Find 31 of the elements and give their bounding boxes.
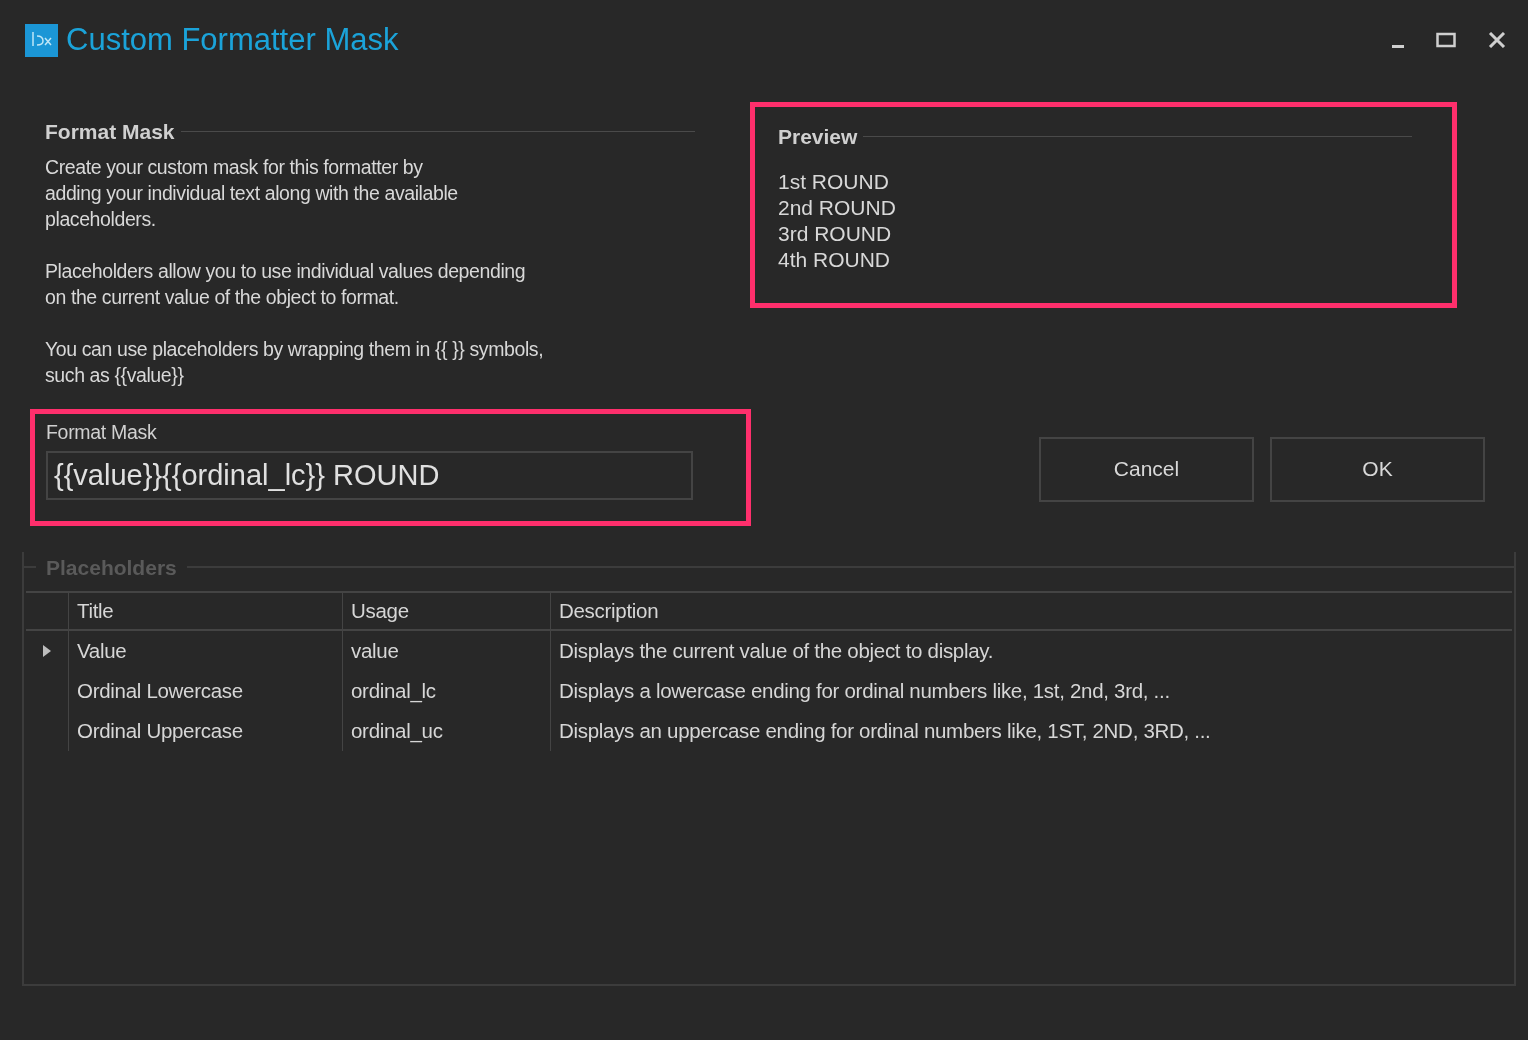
cancel-button[interactable]: Cancel: [1039, 436, 1254, 502]
minimize-icon: [1392, 45, 1404, 48]
ok-button[interactable]: OK: [1270, 436, 1485, 502]
preview-line: 3rd ROUND: [778, 220, 893, 247]
instruction-text: You can use placeholders by wrapping them in {{ }} symbols, such as {{value}}: [45, 336, 545, 388]
field-label: Format Mask: [46, 419, 158, 445]
app-icon: [25, 23, 58, 57]
column-header[interactable]: Description: [550, 591, 1512, 631]
table-cell: Value: [68, 631, 342, 671]
preview-line: 4th ROUND: [778, 246, 892, 273]
window-title: Custom Formatter Mask: [66, 20, 399, 59]
table-cell: value: [342, 631, 550, 671]
table-cell: Displays a lowercase ending for ordinal numbers like, 1st, 2nd, 3rd, ...: [550, 671, 1512, 711]
instruction-text: Placeholders allow you to use individual values depending on the current value of the object to format.: [45, 258, 527, 310]
table-cell: Ordinal Lowercase: [68, 671, 342, 711]
table-cell: ordinal_lc: [342, 671, 550, 711]
table-cell: ordinal_uc: [342, 711, 550, 751]
close-icon: [1488, 32, 1506, 48]
column-header[interactable]: Title: [68, 591, 342, 631]
instruction-text: Create your custom mask for this formatter by adding your individual text along with the available placeholders.: [45, 154, 459, 232]
table-cell: Displays the current value of the object to display.: [550, 631, 1512, 671]
preview-line: 2nd ROUND: [778, 194, 897, 221]
column-header[interactable]: Usage: [342, 591, 550, 631]
table-cell: Ordinal Uppercase: [68, 711, 342, 751]
section-heading: Preview: [778, 124, 858, 150]
section-heading: Format Mask: [45, 119, 175, 145]
format-mask-field[interactable]: {{value}}{{ordinal_lc}} ROUND: [46, 450, 693, 500]
table-cell: Displays an uppercase ending for ordinal numbers like, 1ST, 2ND, 3RD, ...: [550, 711, 1512, 751]
corner-header: [26, 591, 68, 631]
preview-line: 1st ROUND: [778, 168, 890, 195]
maximize-icon: [1436, 32, 1456, 48]
